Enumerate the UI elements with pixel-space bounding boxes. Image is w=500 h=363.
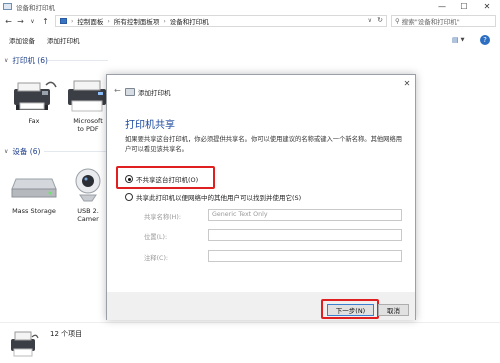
window-title: 设备和打印机 — [16, 3, 55, 12]
printer-wizard-icon — [125, 88, 135, 96]
comment-input[interactable] — [208, 250, 402, 262]
back-arrow-icon[interactable]: ← — [114, 86, 121, 95]
dialog-description: 如果要共享这台打印机，你必须提供共享名。你可以使用建议的名称或键入一个新名称。其… — [125, 136, 403, 153]
add-device-button[interactable]: 添加设备 — [9, 35, 35, 45]
close-button[interactable]: ✕ — [476, 0, 498, 13]
view-options-button[interactable]: ▤ ▼ — [452, 33, 464, 47]
location-input[interactable] — [208, 229, 402, 241]
view-icon: ▤ — [452, 36, 459, 44]
cancel-button[interactable]: 取消 — [378, 304, 409, 316]
add-printer-dialog: ✕ ← 添加打印机 打印机共享 如果要共享这台打印机，你必须提供共享名。你可以使… — [106, 74, 416, 320]
status-bar: 12 个项目 — [0, 322, 500, 363]
breadcrumb-control-panel[interactable]: 控制面板 — [77, 16, 103, 26]
back-arrow-icon[interactable]: ← — [3, 14, 14, 28]
device-mass-storage[interactable]: Mass Storage — [4, 165, 64, 215]
group-divider — [48, 60, 108, 61]
printers-group-header[interactable]: ∨ 打印机 (6) — [4, 55, 48, 66]
search-input[interactable]: ⚲ 搜索"设备和打印机" — [391, 15, 496, 27]
refresh-icon[interactable]: ↻ — [377, 16, 383, 24]
command-bar: 添加设备 添加打印机 ▤ ▼ ? — [0, 33, 500, 47]
add-printer-button[interactable]: 添加打印机 — [47, 35, 80, 45]
fax-printer-icon — [14, 81, 57, 110]
collapse-chevron-icon: ∨ — [4, 148, 9, 155]
dialog-footer: 下一步(N) 取消 — [107, 292, 415, 320]
title-bar: 设备和打印机 — [0, 0, 500, 13]
item-count: 12 个项目 — [50, 330, 83, 338]
address-bar: ← → ∨ ↑ › 控制面板 › 所有控制面板项 › 设备和打印机 ∨ ↻ ⚲ … — [0, 14, 500, 28]
comment-label: 注释(C): — [144, 255, 169, 262]
breadcrumb-all-items[interactable]: 所有控制面板项 — [114, 16, 160, 26]
breadcrumb-devices-printers[interactable]: 设备和打印机 — [170, 16, 209, 26]
option-share[interactable]: 共享此打印机以便网络中的其他用户可以找到并使用它(S) — [125, 192, 301, 202]
chevron-down-icon: ▼ — [460, 37, 465, 43]
group-divider — [44, 151, 108, 152]
maximize-button[interactable]: ☐ — [453, 0, 475, 13]
collapse-chevron-icon: ∨ — [4, 57, 9, 64]
minimize-button[interactable]: — — [431, 0, 453, 13]
option-label: 不共享这台打印机(O) — [136, 176, 199, 184]
devices-folder-icon — [3, 3, 12, 10]
device-label: Mass Storage — [12, 207, 56, 215]
dialog-close-button[interactable]: ✕ — [400, 77, 414, 89]
help-icon[interactable]: ? — [480, 35, 490, 45]
control-panel-icon — [60, 18, 67, 24]
drive-icon — [11, 178, 57, 198]
device-label: Fax — [28, 117, 40, 125]
address-input[interactable]: › 控制面板 › 所有控制面板项 › 设备和打印机 ∨ ↻ — [55, 15, 387, 27]
recent-chevron-icon[interactable]: ∨ — [27, 14, 38, 28]
option-no-share[interactable]: 不共享这台打印机(O) — [125, 174, 198, 184]
dialog-heading: 打印机共享 — [125, 120, 175, 131]
status-printer-icon — [11, 331, 39, 357]
share-name-input[interactable]: Generic Text Only — [208, 209, 402, 221]
radio-button[interactable] — [125, 193, 133, 201]
forward-arrow-icon[interactable]: → — [15, 14, 26, 28]
location-label: 位置(L): — [144, 234, 168, 241]
option-label: 共享此打印机以便网络中的其他用户可以找到并使用它(S) — [136, 194, 302, 202]
device-fax[interactable]: Fax — [4, 75, 64, 125]
next-button[interactable]: 下一步(N) — [327, 304, 374, 316]
radio-button[interactable] — [125, 175, 133, 183]
search-placeholder: 搜索"设备和打印机" — [401, 18, 460, 26]
address-dropdown-icon[interactable]: ∨ — [368, 17, 372, 24]
search-icon: ⚲ — [395, 17, 400, 25]
up-arrow-icon[interactable]: ↑ — [40, 14, 51, 28]
devices-group-header[interactable]: ∨ 设备 (6) — [4, 146, 40, 157]
dialog-title: 添加打印机 — [138, 89, 171, 97]
share-name-label: 共享名称(H): — [144, 214, 181, 221]
